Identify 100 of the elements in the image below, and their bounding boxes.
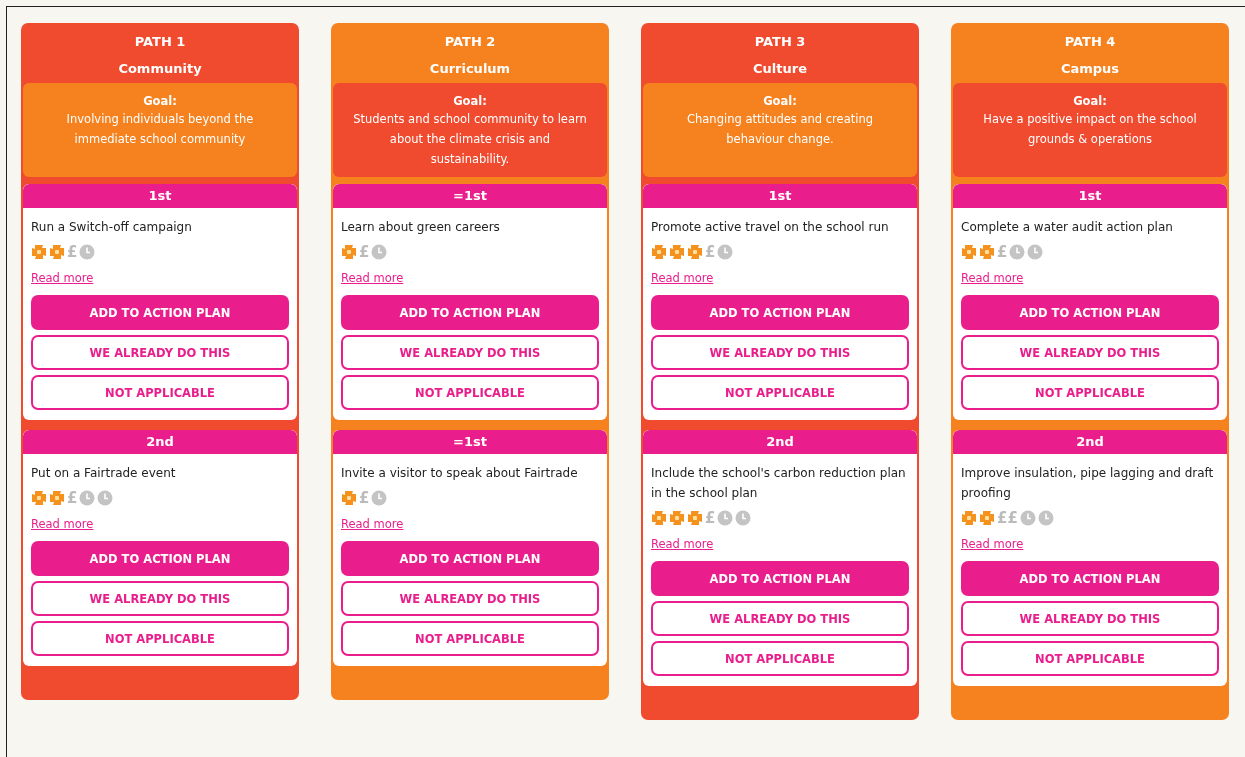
flower-icon: [31, 490, 47, 506]
clock-icon: [717, 244, 734, 260]
clock-icon: [1027, 244, 1044, 260]
flower-icon: [961, 244, 977, 260]
option-button[interactable]: NOT APPLICABLE: [341, 375, 599, 410]
action-title: Promote active travel on the school run: [651, 219, 890, 236]
rank-label: 2nd: [643, 430, 917, 454]
flower-icon: [341, 490, 357, 506]
path-name: Community: [117, 61, 203, 76]
option-button[interactable]: NOT APPLICABLE: [31, 621, 289, 656]
flower-icon: [31, 244, 47, 260]
option-button[interactable]: WE ALREADY DO THIS: [341, 581, 599, 616]
flower-icon: [687, 510, 703, 526]
option-button[interactable]: NOT APPLICABLE: [341, 621, 599, 656]
goal-text: Have a positive impact on the school grounds & operations: [982, 111, 1198, 148]
goal-text: Changing attitudes and creating behaviour change.: [686, 111, 874, 148]
goal-label: Goal:: [142, 93, 178, 109]
path-name: Culture: [752, 61, 808, 76]
flower-icon: [49, 490, 65, 506]
flower-icon: [979, 510, 995, 526]
action-title: Put on a Fairtrade event: [31, 465, 177, 482]
option-button[interactable]: NOT APPLICABLE: [651, 641, 909, 676]
read-more-link[interactable]: Read more: [651, 537, 714, 551]
option-button[interactable]: NOT APPLICABLE: [961, 375, 1219, 410]
rank-label: 1st: [643, 184, 917, 208]
flower-icon: [341, 244, 357, 260]
action-title: Include the school's carbon reduction plan in the school plan: [651, 465, 907, 502]
add-button[interactable]: ADD TO ACTION PLAN: [31, 541, 289, 576]
cost-symbol: ££: [997, 510, 1018, 526]
cost-symbol: £: [67, 244, 78, 260]
clock-icon: [735, 510, 752, 526]
path-label: PATH 2: [443, 34, 497, 49]
path-name: Curriculum: [428, 61, 512, 76]
goal-label: Goal:: [1072, 93, 1108, 109]
goal-text: Students and school community to learn about the climate crisis and sustainability.: [352, 111, 588, 168]
clock-icon: [1019, 510, 1036, 526]
add-button[interactable]: ADD TO ACTION PLAN: [31, 295, 289, 330]
read-more-link[interactable]: Read more: [341, 517, 404, 531]
flower-icon: [669, 510, 685, 526]
add-button[interactable]: ADD TO ACTION PLAN: [651, 295, 909, 330]
path-label: PATH 4: [1063, 34, 1117, 49]
cost-symbol: £: [359, 490, 370, 506]
cost-symbol: £: [67, 490, 78, 506]
path-label: PATH 1: [133, 34, 187, 49]
cost-symbol: £: [705, 244, 716, 260]
flower-icon: [651, 244, 667, 260]
cost-symbol: £: [997, 244, 1008, 260]
read-more-link[interactable]: Read more: [961, 537, 1024, 551]
option-button[interactable]: WE ALREADY DO THIS: [651, 601, 909, 636]
add-button[interactable]: ADD TO ACTION PLAN: [961, 295, 1219, 330]
option-button[interactable]: WE ALREADY DO THIS: [961, 335, 1219, 370]
clock-icon: [79, 490, 96, 506]
read-more-link[interactable]: Read more: [341, 271, 404, 285]
flower-icon: [669, 244, 685, 260]
read-more-link[interactable]: Read more: [31, 517, 94, 531]
rank-label: 1st: [23, 184, 297, 208]
read-more-link[interactable]: Read more: [651, 271, 714, 285]
action-title: Run a Switch-off campaign: [31, 219, 193, 236]
rank-label: 2nd: [23, 430, 297, 454]
clock-icon: [371, 490, 388, 506]
cost-symbol: £: [705, 510, 716, 526]
clock-icon: [79, 244, 96, 260]
goal-label: Goal:: [762, 93, 798, 109]
add-button[interactable]: ADD TO ACTION PLAN: [961, 561, 1219, 596]
path-label: PATH 3: [753, 34, 807, 49]
clock-icon: [717, 510, 734, 526]
clock-icon: [371, 244, 388, 260]
option-button[interactable]: NOT APPLICABLE: [31, 375, 289, 410]
clock-icon: [97, 490, 114, 506]
flower-icon: [651, 510, 667, 526]
rank-label: 2nd: [953, 430, 1227, 454]
option-button[interactable]: WE ALREADY DO THIS: [961, 601, 1219, 636]
flower-icon: [687, 244, 703, 260]
add-button[interactable]: ADD TO ACTION PLAN: [341, 295, 599, 330]
option-button[interactable]: WE ALREADY DO THIS: [31, 335, 289, 370]
action-title: Improve insulation, pipe lagging and draft proofing: [961, 465, 1215, 502]
flower-icon: [49, 244, 65, 260]
cost-symbol: £: [359, 244, 370, 260]
clock-icon: [1009, 244, 1026, 260]
flower-icon: [979, 244, 995, 260]
read-more-link[interactable]: Read more: [961, 271, 1024, 285]
option-button[interactable]: WE ALREADY DO THIS: [651, 335, 909, 370]
path-name: Campus: [1059, 61, 1121, 76]
add-button[interactable]: ADD TO ACTION PLAN: [651, 561, 909, 596]
rank-label: =1st: [333, 184, 607, 208]
option-button[interactable]: NOT APPLICABLE: [961, 641, 1219, 676]
action-title: Complete a water audit action plan: [961, 219, 1174, 236]
read-more-link[interactable]: Read more: [31, 271, 94, 285]
action-title: Learn about green careers: [341, 219, 501, 236]
action-title: Invite a visitor to speak about Fairtrade: [341, 465, 579, 482]
rank-label: 1st: [953, 184, 1227, 208]
rank-label: =1st: [333, 430, 607, 454]
option-button[interactable]: NOT APPLICABLE: [651, 375, 909, 410]
clock-icon: [1037, 510, 1054, 526]
goal-label: Goal:: [452, 93, 488, 109]
add-button[interactable]: ADD TO ACTION PLAN: [341, 541, 599, 576]
option-button[interactable]: WE ALREADY DO THIS: [31, 581, 289, 616]
flower-icon: [961, 510, 977, 526]
goal-text: Involving individuals beyond the immediate school community: [65, 111, 255, 148]
option-button[interactable]: WE ALREADY DO THIS: [341, 335, 599, 370]
